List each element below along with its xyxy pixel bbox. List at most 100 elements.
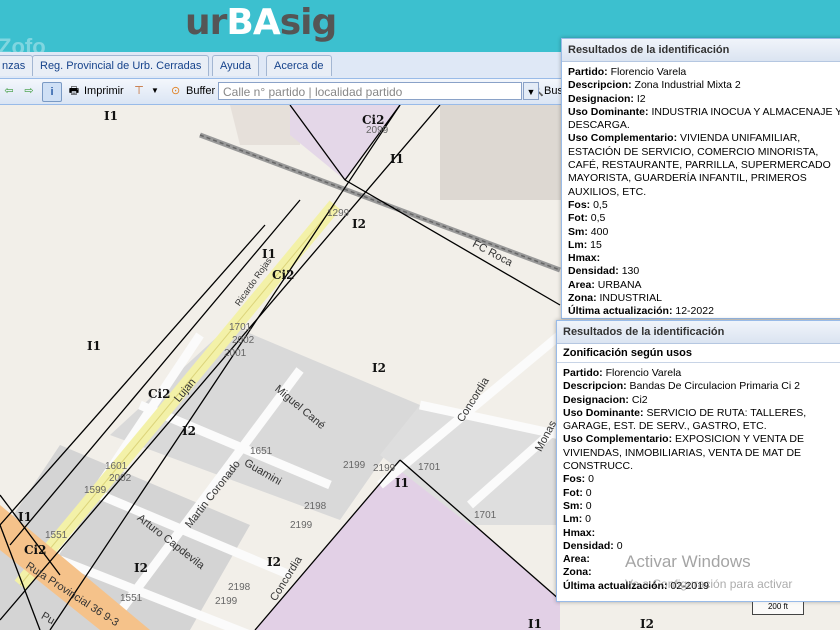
measure-icon[interactable]: ⊤: [130, 82, 148, 100]
buffer-button[interactable]: Buffer: [186, 82, 215, 100]
attribute-row: Uso Complementario: EXPOSICION Y VENTA D…: [563, 433, 840, 473]
app-logo: urBAsig: [185, 2, 337, 43]
attribute-row: Fot: 0: [563, 487, 840, 500]
attribute-row: Partido: Florencio Varela: [563, 367, 840, 380]
attribute-value: 0: [616, 539, 623, 552]
zone-label: I2: [134, 561, 148, 575]
attribute-value: I2: [636, 92, 646, 105]
zone-label: I2: [372, 361, 386, 375]
zone-label: I1: [528, 617, 542, 630]
buffer-icon[interactable]: ⊙: [171, 82, 180, 100]
address-number: 2199: [215, 596, 238, 607]
attribute-value: 0,5: [593, 198, 608, 211]
attribute-label: Densidad:: [568, 265, 619, 278]
search-input[interactable]: Calle n° partido | localidad partido: [218, 82, 522, 100]
zone-label: I1: [87, 339, 101, 353]
attribute-label: Uso Complementario:: [568, 132, 678, 145]
attribute-label: Zona:: [563, 566, 592, 579]
attribute-row: Hmax:: [568, 252, 840, 265]
attribute-row: Fos: 0: [563, 473, 840, 486]
zone-label: I2: [267, 555, 281, 569]
attribute-value: 0: [585, 486, 592, 499]
map-scale-bar: 200 ft: [752, 602, 804, 615]
tab-alcanzas[interactable]: nzas: [0, 55, 34, 76]
building-block: [230, 105, 300, 145]
attribute-value: Florencio Varela: [605, 367, 682, 379]
attribute-row: Designacion: Ci2: [563, 394, 840, 407]
attribute-value: 130: [621, 265, 640, 278]
printer-icon[interactable]: 🖶: [65, 82, 83, 100]
attribute-label: Última actualización:: [568, 305, 673, 318]
attribute-label: Lm:: [563, 513, 583, 526]
address-number: 2199: [290, 520, 313, 531]
attribute-label: Fos:: [568, 198, 591, 211]
attribute-label: Fot:: [568, 212, 588, 225]
watermark: Zofo: [0, 34, 46, 52]
attribute-label: Designacion:: [563, 393, 629, 406]
address-number: 2002: [232, 335, 255, 346]
attribute-row: Uso Dominante: INDUSTRIA INOCUA Y ALMACE…: [568, 106, 840, 133]
attribute-value: Florencio Varela: [610, 66, 687, 78]
address-number: 2099: [366, 125, 389, 136]
address-number: 1651: [250, 446, 273, 457]
address-number: 2002: [109, 473, 132, 484]
popup-title[interactable]: Resultados de la identificación: [557, 321, 840, 344]
back-arrow-icon[interactable]: ⇦: [0, 82, 18, 100]
zone-label: I1: [104, 109, 118, 123]
info-icon[interactable]: i: [42, 82, 62, 102]
attribute-row: Sm: 400: [568, 226, 840, 239]
address-number: 1599: [84, 485, 107, 496]
zone-label: Ci2: [148, 387, 171, 401]
address-number: 2199: [343, 460, 366, 471]
attribute-label: Hmax:: [563, 526, 596, 539]
attribute-row: Lm: 15: [568, 239, 840, 252]
attribute-label: Area:: [568, 278, 595, 291]
attribute-label: Descripcion:: [563, 380, 627, 393]
attribute-value: Bandas De Circulacion Primaria Ci 2: [629, 380, 800, 393]
attribute-value: 400: [590, 225, 609, 238]
attribute-label: Uso Dominante:: [568, 105, 649, 118]
attribute-row: Partido: Florencio Varela: [568, 66, 840, 79]
popup-body: Partido: Florencio Varela Descripcion: Zo…: [562, 62, 840, 318]
print-button[interactable]: Imprimir: [84, 82, 124, 100]
attribute-value: URBANA: [597, 278, 642, 291]
attribute-row: Zona: INDUSTRIAL: [568, 292, 840, 305]
attribute-label: Lm:: [568, 238, 588, 251]
attribute-label: Partido:: [568, 66, 608, 78]
popup-title[interactable]: Resultados de la identificación: [562, 39, 840, 62]
attribute-value: 0,5: [590, 212, 606, 225]
attribute-label: Densidad:: [563, 539, 614, 552]
windows-activation-hint: Ve a Configuración para activar: [625, 577, 793, 591]
address-number: 1551: [120, 593, 143, 604]
forward-arrow-icon[interactable]: ⇨: [20, 82, 38, 100]
measure-dropdown-icon[interactable]: ▼: [151, 82, 159, 100]
attribute-label: Zona:: [568, 292, 597, 305]
tab-urb-cerradas[interactable]: Reg. Provincial de Urb. Cerradas: [32, 55, 210, 76]
attribute-row: Hmax:: [563, 527, 840, 540]
attribute-row: Fot: 0,5: [568, 212, 840, 225]
address-number: 2198: [228, 582, 251, 593]
attribute-row: Uso Dominante: SERVICIO DE RUTA: TALLERE…: [563, 407, 840, 434]
search-dropdown-icon[interactable]: ▼: [523, 82, 539, 100]
attribute-value: INDUSTRIAL: [599, 292, 662, 305]
identify-results-popup-1[interactable]: Resultados de la identificación Partido:…: [561, 38, 840, 319]
attribute-value: 0: [585, 499, 592, 512]
address-number: 1701: [474, 510, 497, 521]
zone-label: I1: [390, 152, 404, 166]
attribute-label: Uso Complementario:: [563, 433, 673, 446]
zone-label: I2: [352, 217, 366, 231]
attribute-row: Última actualización: 12-2022: [568, 305, 840, 318]
attribute-value: 0: [585, 513, 592, 526]
tab-acerca[interactable]: Acerca de: [266, 55, 332, 76]
address-number: 1551: [45, 530, 68, 541]
address-number: 1299: [327, 208, 350, 219]
building-block: [440, 105, 570, 200]
address-number: 2199: [373, 463, 396, 474]
attribute-label: Fot:: [563, 486, 583, 499]
attribute-label: Uso Dominante:: [563, 406, 644, 419]
attribute-row: Uso Complementario: VIVIENDA UNIFAMILIAR…: [568, 132, 840, 198]
attribute-label: Area:: [563, 553, 590, 566]
windows-activation-notice: Activar Windows: [625, 552, 751, 571]
tab-ayuda[interactable]: Ayuda: [212, 55, 259, 76]
zone-label: I1: [18, 510, 32, 524]
